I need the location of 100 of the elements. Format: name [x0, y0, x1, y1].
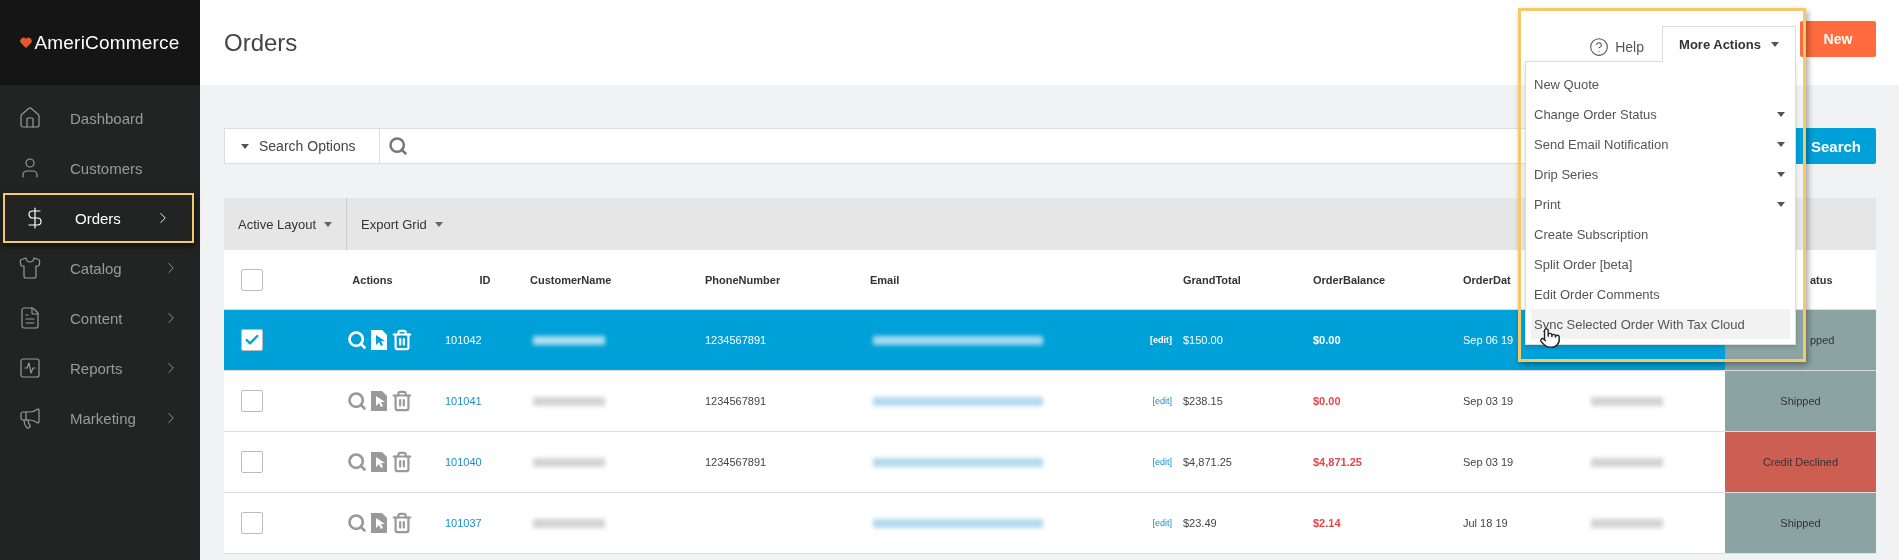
- trash-icon[interactable]: [391, 451, 413, 473]
- sidebar-label: Orders: [75, 209, 122, 227]
- blurred-text: [1591, 518, 1663, 528]
- search-icon[interactable]: [347, 513, 367, 533]
- table-cell: $2.14: [1313, 517, 1341, 529]
- sidebar-item[interactable]: Reports: [0, 343, 200, 393]
- blurred-text: [533, 335, 605, 345]
- trash-icon[interactable]: [391, 390, 413, 412]
- search-options-button[interactable]: Search Options: [224, 128, 380, 164]
- table-cell: $23.49: [1183, 517, 1217, 529]
- search-icon[interactable]: [347, 452, 367, 472]
- table-cell: $150.00: [1183, 334, 1223, 346]
- sidebar-label: Marketing: [70, 409, 137, 427]
- sidebar-label: Content: [70, 309, 124, 327]
- page-title: Orders: [224, 28, 298, 57]
- more-actions-button[interactable]: More Actions: [1662, 26, 1796, 62]
- house-icon: [18, 106, 42, 130]
- table-cell: $4,871.25: [1313, 456, 1362, 468]
- toolbar-dropdown[interactable]: Export Grid: [347, 198, 457, 250]
- help-link[interactable]: Help: [1589, 31, 1644, 57]
- search-icon[interactable]: [347, 330, 367, 350]
- menu-item[interactable]: Change Order Status: [1531, 99, 1790, 129]
- sidebar-item[interactable]: Marketing: [0, 393, 200, 443]
- menu-item[interactable]: Edit Order Comments: [1531, 279, 1790, 309]
- sidebar-item[interactable]: Orders: [3, 193, 194, 243]
- menu-item[interactable]: Sync Selected Order With Tax Cloud: [1531, 309, 1790, 339]
- checkbox[interactable]: [241, 268, 263, 291]
- sidebar-item[interactable]: Customers: [0, 143, 200, 193]
- order-id-link[interactable]: 101040: [440, 456, 482, 468]
- blurred-text: [533, 396, 605, 406]
- blurred-text: [1591, 457, 1663, 467]
- column-header: ID: [478, 273, 492, 286]
- caret-icon: [241, 143, 249, 149]
- table-cell: $4,871.25: [1183, 456, 1232, 468]
- table-cell: 1234567891: [705, 334, 767, 346]
- chart-icon: [18, 356, 42, 380]
- menu-item[interactable]: New Quote: [1531, 69, 1790, 99]
- status-cell: Credit Declined: [1725, 432, 1876, 492]
- checkbox[interactable]: [241, 390, 263, 412]
- help-icon: [1589, 37, 1610, 57]
- sidebar-label: Reports: [70, 359, 124, 377]
- trash-icon[interactable]: [391, 329, 413, 351]
- status-cell: Shipped: [1725, 371, 1876, 431]
- sidebar-label: Customers: [70, 159, 144, 177]
- menu-item[interactable]: Print: [1531, 189, 1790, 219]
- table-row[interactable]: 101041 1234567891 [edit] $238.15 $0.00 Sep 03 19 Shipped: [224, 371, 1876, 432]
- trash-icon[interactable]: [391, 512, 413, 534]
- table-cell: Sep 03 19: [1463, 395, 1514, 407]
- blurred-text: [533, 457, 605, 467]
- document-icon: [18, 306, 42, 330]
- column-header: Actions: [351, 273, 394, 286]
- order-id-link[interactable]: 101037: [440, 517, 482, 529]
- caret-icon: [1777, 141, 1785, 147]
- checkbox[interactable]: [241, 512, 263, 534]
- sidebar-label: Catalog: [70, 259, 123, 277]
- checkbox[interactable]: [241, 451, 263, 473]
- table-cell: $0.00: [1313, 395, 1341, 407]
- caret-icon: [1777, 111, 1785, 117]
- table-cell: $238.15: [1183, 395, 1223, 407]
- menu-item[interactable]: Create Subscription: [1531, 219, 1790, 249]
- sidebar-item[interactable]: Dashboard: [0, 93, 200, 143]
- edit-link[interactable]: [edit]: [1147, 396, 1178, 406]
- caret-icon: [1770, 42, 1779, 47]
- edit-link[interactable]: [edit]: [1147, 457, 1178, 467]
- table-cell: Jul 18 19: [1463, 517, 1508, 529]
- status-cell: Shipped: [1725, 493, 1876, 553]
- sidebar-item[interactable]: Content: [0, 293, 200, 343]
- blurred-text: [1591, 396, 1663, 406]
- column-header: PhoneNumber: [704, 273, 782, 286]
- table-cell: $0.00: [1313, 334, 1341, 346]
- table-cell: Sep 03 19: [1463, 456, 1514, 468]
- document-pointer-icon[interactable]: [371, 513, 387, 533]
- search-icon: [388, 136, 408, 156]
- menu-item[interactable]: Split Order [beta]: [1531, 249, 1790, 279]
- document-pointer-icon[interactable]: [371, 330, 387, 350]
- sidebar-item[interactable]: Catalog: [0, 243, 200, 293]
- logo-icon: [20, 36, 33, 49]
- caret-icon: [434, 221, 443, 227]
- checkbox[interactable]: [241, 329, 263, 351]
- search-icon[interactable]: [347, 391, 367, 411]
- caret-icon: [1777, 171, 1785, 177]
- column-header: OrderBalance: [1312, 273, 1387, 286]
- document-pointer-icon[interactable]: [371, 391, 387, 411]
- table-cell: 1234567891: [705, 395, 767, 407]
- table-cell: Sep 06 19: [1463, 334, 1514, 346]
- table-row[interactable]: 101040 1234567891 [edit] $4,871.25 $4,871.25 Sep 03 19 Credit Declined: [224, 432, 1876, 493]
- blurred-text: [533, 518, 605, 528]
- document-pointer-icon[interactable]: [371, 452, 387, 472]
- megaphone-icon: [18, 406, 42, 430]
- table-cell: 1234567891: [705, 456, 767, 468]
- caret-icon: [1777, 201, 1785, 207]
- column-header: Email: [869, 273, 901, 286]
- table-row[interactable]: 101037 [edit] $23.49 $2.14 Jul 18 19 Shipped: [224, 493, 1876, 554]
- column-header: OrderDat: [1462, 273, 1512, 286]
- column-header: CustomerName: [529, 273, 613, 286]
- order-id-link[interactable]: 101041: [440, 395, 482, 407]
- edit-link[interactable]: [edit]: [1147, 518, 1178, 528]
- caret-icon: [324, 221, 333, 227]
- logo: AmeriCommerce: [34, 31, 180, 54]
- column-header: atus: [1809, 273, 1834, 286]
